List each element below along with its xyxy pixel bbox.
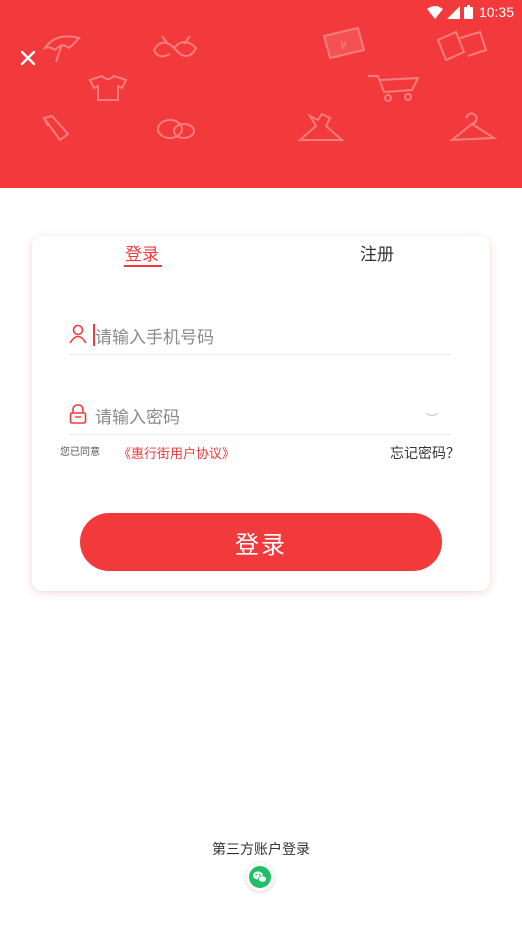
password-field[interactable]: 请输入密码 <box>69 394 451 435</box>
bra-icon <box>153 35 198 58</box>
user-agreement-link[interactable]: 《惠行街用户协议》 <box>118 443 235 462</box>
password-placeholder: 请输入密码 <box>95 408 180 428</box>
wechat-icon <box>249 866 271 888</box>
agree-prefix-text: 您已同意 <box>60 447 100 458</box>
user-icon <box>69 324 87 344</box>
third-party-login-title: 第三方账户登录 <box>212 842 310 858</box>
forgot-password-link[interactable]: 忘记密码？ <box>390 443 460 463</box>
tshirt-icon <box>88 74 128 101</box>
hanger-icon <box>448 112 498 142</box>
login-card: 登录 注册 请输入手机号码 请输入密码 您已同意 《惠行街用户协议》 忘记密码？… <box>32 236 490 591</box>
wechat-login-button[interactable] <box>246 863 274 891</box>
lipstick-icon <box>42 114 70 142</box>
status-bar: 10:35 <box>426 2 514 22</box>
login-button[interactable]: 登录 <box>80 513 442 571</box>
active-tab-indicator <box>124 265 162 267</box>
wifi-icon <box>426 5 443 19</box>
close-icon <box>20 50 36 66</box>
tab-register[interactable]: 注册 <box>360 240 394 265</box>
header-banner: 10:35 ¥ <box>0 0 522 188</box>
svg-text:¥: ¥ <box>340 39 347 52</box>
bag-icon <box>436 30 488 62</box>
lock-icon <box>69 404 87 424</box>
phone-placeholder: 请输入手机号码 <box>95 328 214 348</box>
eye-closed-icon[interactable] <box>425 412 439 418</box>
rings-icon <box>157 119 195 139</box>
tab-login[interactable]: 登录 <box>125 240 159 265</box>
phone-field[interactable]: 请输入手机号码 <box>69 314 451 355</box>
umbrella-icon <box>42 35 81 63</box>
signal-icon <box>446 5 460 19</box>
close-button[interactable] <box>14 44 42 72</box>
status-time: 10:35 <box>478 4 514 20</box>
cart-icon <box>368 75 420 102</box>
dress-icon <box>297 112 345 141</box>
battery-icon <box>463 5 473 19</box>
coupon-icon: ¥ <box>322 26 366 60</box>
